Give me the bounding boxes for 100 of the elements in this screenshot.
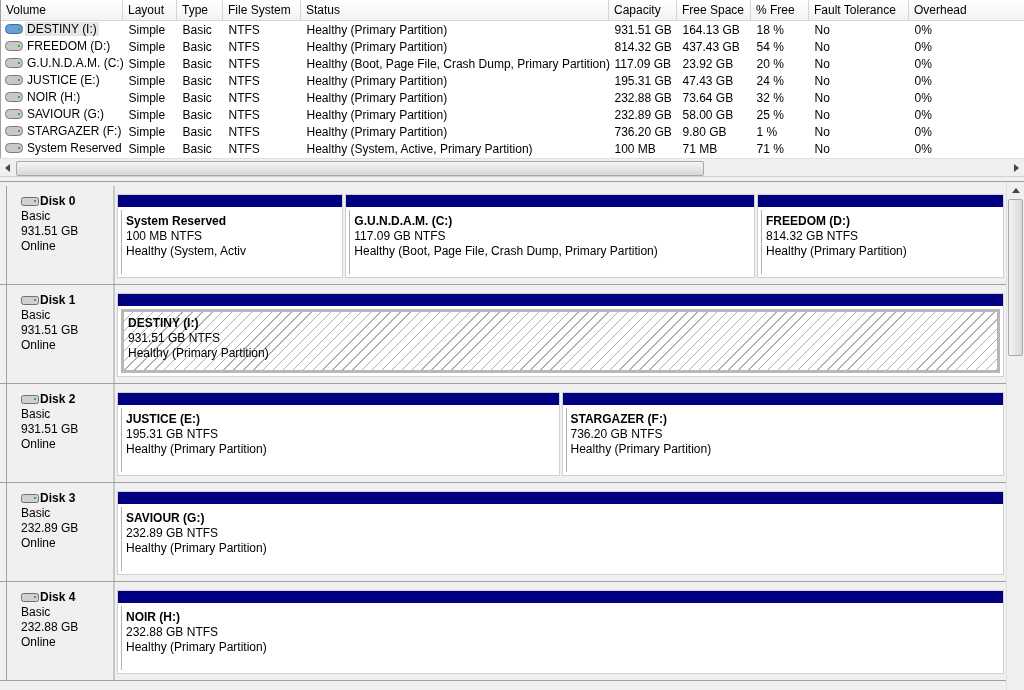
table-cell: Basic [182, 22, 212, 37]
table-cell: No [814, 141, 830, 156]
column-header[interactable]: Free Space [676, 0, 751, 21]
column-header[interactable]: Layout [122, 0, 177, 21]
partition-size: 232.89 GB NTFS [126, 526, 220, 541]
table-cell: 117.09 GB [614, 56, 671, 71]
table-cell: 232.89 GB [614, 107, 672, 122]
table-cell: 0% [914, 107, 932, 122]
partition-block[interactable]: DESTINY (I:) 931.51 GB NTFS Healthy (Primary Partition) [117, 293, 1004, 377]
volume-row[interactable]: DESTINY (I:) Simple Basic NTFS Healthy (Primary Partition) 931.51 GB 164.13 GB 18 % No 0% [1, 20, 1024, 38]
volume-name: G.U.N.D.A.M. (C:) [26, 56, 125, 70]
partition-name: JUSTICE (E:) [126, 412, 201, 427]
table-cell: Simple [128, 56, 166, 71]
table-cell: 71 % [756, 141, 784, 156]
scroll-thumb[interactable] [1008, 199, 1023, 356]
table-cell: 0% [914, 73, 932, 88]
table-cell: 814.32 GB [614, 39, 672, 54]
table-cell: NTFS [228, 56, 260, 71]
volume-row[interactable]: SAVIOUR (G:) Simple Basic NTFS Healthy (Primary Partition) 232.89 GB 58.00 GB 25 % No 0% [1, 106, 1024, 123]
column-header[interactable]: Status [300, 0, 609, 21]
disk-size: 931.51 GB [21, 323, 80, 338]
drive-icon [5, 109, 23, 119]
scroll-thumb[interactable] [16, 161, 704, 176]
disk-status: Online [21, 437, 57, 452]
disk-label-panel[interactable]: Disk 0 Basic 931.51 GB Online [6, 186, 115, 284]
volume-row[interactable]: NOIR (H:) Simple Basic NTFS Healthy (Primary Partition) 232.88 GB 73.64 GB 32 % No 0% [1, 89, 1024, 106]
table-cell: NTFS [228, 124, 260, 139]
column-header[interactable]: Volume [1, 0, 123, 21]
table-cell: Simple [128, 141, 166, 156]
table-cell: Simple [128, 22, 166, 37]
table-cell: 32 % [756, 90, 784, 105]
partition-name: STARGAZER (F:) [570, 412, 668, 427]
table-cell: Healthy (Primary Partition) [306, 39, 448, 54]
table-cell: Healthy (Primary Partition) [306, 73, 448, 88]
volume-row[interactable]: STARGAZER (F:) Simple Basic NTFS Healthy (Primary Partition) 736.20 GB 9.80 GB 1 % No 0% [1, 123, 1024, 140]
partition-block[interactable]: NOIR (H:) 232.88 GB NTFS Healthy (Primary Partition) [117, 590, 1004, 674]
disk-drive-icon [21, 494, 39, 503]
table-cell: Basic [182, 124, 212, 139]
partition-size: 931.51 GB NTFS [128, 331, 222, 346]
table-cell: Healthy (Primary Partition) [306, 22, 448, 37]
disk-label-panel[interactable]: Disk 3 Basic 232.89 GB Online [6, 483, 115, 581]
table-cell: 232.88 GB [614, 90, 672, 105]
partition-status: Healthy (System, Activ [126, 244, 248, 259]
disk-drive-icon [21, 593, 39, 602]
column-header[interactable]: % Free [750, 0, 809, 21]
volume-row[interactable]: FREEDOM (D:) Simple Basic NTFS Healthy (Primary Partition) 814.32 GB 437.43 GB 54 % No 0% [1, 38, 1024, 55]
partition-block[interactable]: FREEDOM (D:) 814.32 GB NTFS Healthy (Primary Partition) [757, 194, 1004, 278]
volume-row[interactable]: JUSTICE (E:) Simple Basic NTFS Healthy (Primary Partition) 195.31 GB 47.43 GB 24 % No 0% [1, 72, 1024, 89]
column-header[interactable]: File System [222, 0, 301, 21]
partition-block[interactable]: STARGAZER (F:) 736.20 GB NTFS Healthy (Primary Partition) [561, 392, 1004, 476]
partition-size: 814.32 GB NTFS [766, 229, 860, 244]
partition-block[interactable]: JUSTICE (E:) 195.31 GB NTFS Healthy (Primary Partition) [117, 392, 560, 476]
disk-status: Online [21, 239, 57, 254]
table-cell: No [814, 22, 830, 37]
table-cell: 73.64 GB [682, 90, 734, 105]
partition-block[interactable]: System Reserved 100 MB NTFS Healthy (System, Activ [117, 194, 344, 278]
table-cell: 18 % [756, 22, 784, 37]
disk-label-panel[interactable]: Disk 4 Basic 232.88 GB Online [6, 582, 115, 680]
table-cell: 20 % [756, 56, 784, 71]
table-cell: Simple [128, 39, 166, 54]
table-cell: Basic [182, 56, 212, 71]
table-cell: 0% [914, 141, 932, 156]
drive-icon [5, 75, 23, 85]
disk-label-panel[interactable]: Disk 1 Basic 931.51 GB Online [6, 285, 115, 383]
disk-status: Online [21, 635, 57, 650]
table-cell: 0% [914, 22, 932, 37]
partition-block[interactable]: G.U.N.D.A.M. (C:) 117.09 GB NTFS Healthy (Boot, Page File, Crash Dump, Primary Partition) [345, 194, 756, 278]
table-cell: Healthy (Primary Partition) [306, 90, 448, 105]
table-cell: No [814, 90, 830, 105]
table-cell: Basic [182, 141, 212, 156]
partition-block[interactable]: SAVIOUR (G:) 232.89 GB NTFS Healthy (Primary Partition) [117, 491, 1004, 575]
partition-status: Healthy (Primary Partition) [570, 442, 713, 457]
volume-name: STARGAZER (F:) [26, 124, 123, 138]
disk-label-panel[interactable]: Disk 2 Basic 931.51 GB Online [6, 384, 115, 482]
table-cell: 164.13 GB [682, 22, 740, 37]
drive-icon [5, 143, 23, 153]
table-cell: Basic [182, 90, 212, 105]
disk-type: Basic [21, 407, 52, 422]
table-cell: No [814, 107, 830, 122]
disk-type: Basic [21, 308, 52, 323]
column-header[interactable]: Overhead [908, 0, 1024, 21]
table-cell: Simple [128, 90, 166, 105]
horizontal-scrollbar[interactable] [0, 158, 1024, 177]
disk-status: Online [21, 338, 57, 353]
volume-row[interactable]: System Reserved Simple Basic NTFS Healthy (System, Active, Primary Partition) 100 MB 71 MB 71 % No 0% [1, 140, 1024, 157]
partition-status: Healthy (Primary Partition) [126, 442, 268, 457]
volume-row[interactable]: G.U.N.D.A.M. (C:) Simple Basic NTFS Healthy (Boot, Page File, Crash Dump, Primary Partition) 117.09 GB 23.92 GB 20 % No 0% [1, 55, 1024, 72]
disk-type: Basic [21, 209, 52, 224]
table-cell: Healthy (System, Active, Primary Partition) [306, 141, 533, 156]
table-cell: Simple [128, 124, 166, 139]
partition-size: 117.09 GB NTFS [354, 229, 447, 244]
vertical-scrollbar[interactable] [1006, 182, 1024, 690]
table-cell: Healthy (Boot, Page File, Crash Dump, Primary Partition) [306, 56, 610, 71]
disk-name: Disk 3 [40, 491, 76, 506]
column-header[interactable]: Fault Tolerance [808, 0, 909, 21]
partition-status: Healthy (Boot, Page File, Crash Dump, Primary Partition) [354, 244, 659, 259]
table-cell: Healthy (Primary Partition) [306, 124, 448, 139]
column-header[interactable]: Type [176, 0, 223, 21]
table-cell: 100 MB [614, 141, 656, 156]
column-header[interactable]: Capacity [608, 0, 677, 21]
